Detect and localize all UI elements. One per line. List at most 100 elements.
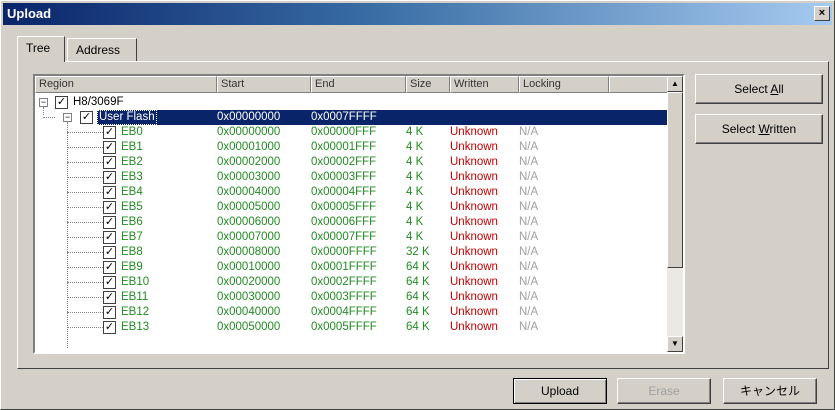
block-checkbox[interactable]: ✓ — [103, 291, 116, 304]
block-size: 4 K — [406, 156, 424, 168]
tree-row-block[interactable]: ✓ EB5 0x00005000 0x00005FFF 4 K Unknown N/A — [35, 200, 667, 215]
select-all-label-pre: Select — [734, 82, 771, 96]
tree-row-user-flash[interactable]: − ✓ User Flash 0x00000000 0x0007FFFF — [35, 110, 669, 125]
tree-row-block[interactable]: ✓ EB9 0x00010000 0x0001FFFF 64 K Unknown N/A — [35, 260, 667, 275]
block-checkbox[interactable]: ✓ — [103, 156, 116, 169]
block-start: 0x00030000 — [217, 291, 281, 303]
cancel-button[interactable]: キャンセル — [723, 378, 817, 404]
block-checkbox[interactable]: ✓ — [103, 231, 116, 244]
tree-line — [67, 312, 103, 313]
tree-row-block[interactable]: ✓ EB0 0x00000000 0x00000FFF 4 K Unknown N/A — [35, 125, 667, 140]
block-start: 0x00003000 — [217, 171, 281, 183]
tree-line — [67, 267, 103, 268]
tab-tree[interactable]: Tree — [17, 36, 65, 62]
block-size: 4 K — [406, 216, 424, 228]
selection-highlight — [97, 110, 669, 125]
block-written: Unknown — [450, 306, 498, 318]
tree-line — [67, 297, 103, 298]
erase-button[interactable]: Erase — [617, 378, 711, 404]
block-checkbox[interactable]: ✓ — [103, 126, 116, 139]
block-size: 64 K — [406, 321, 430, 333]
block-locking: N/A — [519, 321, 539, 333]
root-checkbox[interactable]: ✓ — [55, 96, 68, 109]
block-start: 0x00020000 — [217, 276, 281, 288]
block-written: Unknown — [450, 321, 498, 333]
close-icon: × — [818, 7, 826, 19]
column-header-written[interactable]: Written — [450, 76, 519, 93]
block-checkbox[interactable]: ✓ — [103, 216, 116, 229]
select-all-label-post: ll — [778, 82, 784, 96]
title-bar[interactable]: Upload × — [3, 3, 832, 25]
block-checkbox[interactable]: ✓ — [103, 141, 116, 154]
block-checkbox[interactable]: ✓ — [103, 201, 116, 214]
column-header-locking[interactable]: Locking — [519, 76, 609, 93]
arrow-down-icon: ▼ — [671, 339, 679, 348]
collapse-icon[interactable]: − — [63, 113, 72, 122]
column-header-start[interactable]: Start — [217, 76, 311, 93]
scroll-thumb[interactable] — [667, 92, 683, 268]
block-size: 64 K — [406, 276, 430, 288]
block-checkbox[interactable]: ✓ — [103, 171, 116, 184]
block-written: Unknown — [450, 216, 498, 228]
close-button[interactable]: × — [814, 6, 830, 21]
block-locking: N/A — [519, 216, 539, 228]
tree-row-block[interactable]: ✓ EB11 0x00030000 0x0003FFFF 64 K Unknown N/A — [35, 290, 667, 305]
block-name: EB11 — [121, 291, 149, 303]
block-name: EB4 — [121, 186, 143, 198]
user-flash-checkbox[interactable]: ✓ — [80, 111, 93, 124]
block-checkbox[interactable]: ✓ — [103, 261, 116, 274]
column-header-end[interactable]: End — [311, 76, 406, 93]
tree-row-block[interactable]: ✓ EB10 0x00020000 0x0002FFFF 64 K Unknown N/A — [35, 275, 667, 290]
block-end: 0x00007FFF — [311, 231, 377, 243]
block-written: Unknown — [450, 261, 498, 273]
block-locking: N/A — [519, 186, 539, 198]
tree-row-block[interactable]: ✓ EB2 0x00002000 0x00002FFF 4 K Unknown N/A — [35, 155, 667, 170]
select-written-label-pre: Select — [721, 122, 759, 136]
scroll-up-button[interactable]: ▲ — [667, 76, 683, 92]
block-checkbox[interactable]: ✓ — [103, 186, 116, 199]
block-size: 32 K — [406, 246, 430, 258]
column-header-size[interactable]: Size — [406, 76, 450, 93]
block-end: 0x00004FFF — [311, 186, 377, 198]
tree-line — [67, 222, 103, 223]
tree-row-block[interactable]: ✓ EB3 0x00003000 0x00003FFF 4 K Unknown N/A — [35, 170, 667, 185]
tab-tree-label: Tree — [26, 41, 51, 55]
tree-line — [67, 162, 103, 163]
block-locking: N/A — [519, 126, 539, 138]
scroll-down-button[interactable]: ▼ — [667, 336, 683, 352]
block-size: 64 K — [406, 261, 430, 273]
block-checkbox[interactable]: ✓ — [103, 306, 116, 319]
block-checkbox[interactable]: ✓ — [103, 276, 116, 289]
block-size: 64 K — [406, 306, 430, 318]
block-start: 0x00004000 — [217, 186, 281, 198]
block-end: 0x00003FFF — [311, 171, 377, 183]
select-all-button[interactable]: Select All — [695, 74, 823, 104]
tree-row-block[interactable]: ✓ EB1 0x00001000 0x00001FFF 4 K Unknown N/A — [35, 140, 667, 155]
region-tree-list[interactable]: Region Start End Size Written Locking − … — [33, 74, 685, 354]
tree-row-block[interactable]: ✓ EB12 0x00040000 0x0004FFFF 64 K Unknown N/A — [35, 305, 667, 320]
tree-line — [67, 207, 103, 208]
user-flash-name: User Flash — [97, 110, 157, 125]
tree-row-root[interactable]: − ✓ H8/3069F — [35, 95, 667, 110]
tree-row-block[interactable]: ✓ EB4 0x00004000 0x00004FFF 4 K Unknown N/A — [35, 185, 667, 200]
column-header-region[interactable]: Region — [35, 76, 217, 93]
upload-button[interactable]: Upload — [513, 378, 607, 404]
block-size: 4 K — [406, 141, 424, 153]
block-start: 0x00005000 — [217, 201, 281, 213]
vertical-scrollbar[interactable]: ▲ ▼ — [667, 76, 683, 352]
block-start: 0x00010000 — [217, 261, 281, 273]
tab-address[interactable]: Address — [67, 38, 137, 62]
upload-dialog: Upload × Tree Address Region Start End S… — [0, 0, 835, 410]
block-end: 0x00001FFF — [311, 141, 377, 153]
tree-row-block[interactable]: ✓ EB7 0x00007000 0x00007FFF 4 K Unknown N/A — [35, 230, 667, 245]
tree-row-block[interactable]: ✓ EB8 0x00008000 0x0000FFFF 32 K Unknown N/A — [35, 245, 667, 260]
block-name: EB3 — [121, 171, 143, 183]
collapse-icon[interactable]: − — [39, 98, 48, 107]
block-checkbox[interactable]: ✓ — [103, 321, 116, 334]
block-locking: N/A — [519, 231, 539, 243]
block-start: 0x00006000 — [217, 216, 281, 228]
select-written-button[interactable]: Select Written — [695, 114, 823, 144]
tree-row-block[interactable]: ✓ EB13 0x00050000 0x0005FFFF 64 K Unknown N/A — [35, 320, 667, 335]
block-checkbox[interactable]: ✓ — [103, 246, 116, 259]
tree-row-block[interactable]: ✓ EB6 0x00006000 0x00006FFF 4 K Unknown N/A — [35, 215, 667, 230]
